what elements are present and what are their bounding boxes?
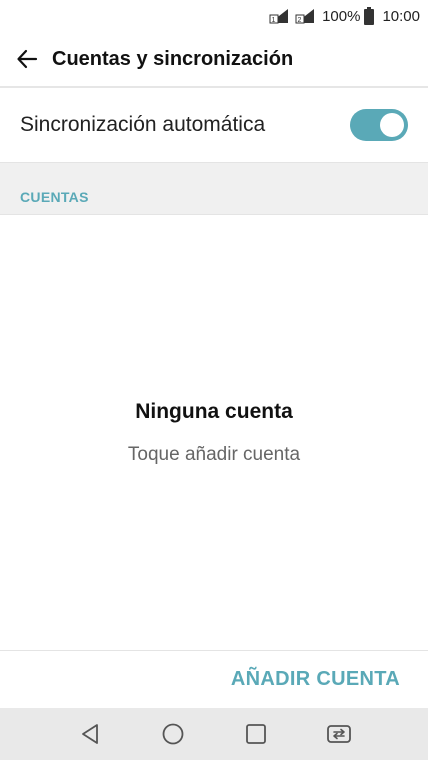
status-bar: 1 2 100% 10:00 bbox=[0, 0, 428, 32]
add-account-button[interactable]: AÑADIR CUENTA bbox=[231, 668, 400, 691]
accounts-section-header: CUENTAS bbox=[0, 162, 428, 215]
dual-window-icon[interactable] bbox=[319, 714, 359, 754]
toggle-knob bbox=[380, 113, 404, 137]
sim2-signal-icon: 2 bbox=[294, 7, 316, 25]
recents-square-icon[interactable] bbox=[236, 714, 276, 754]
auto-sync-row[interactable]: Sincronización automática bbox=[0, 88, 428, 162]
page-title: Cuentas y sincronización bbox=[52, 47, 294, 70]
empty-state: Ninguna cuenta Toque añadir cuenta bbox=[0, 216, 428, 650]
screen: 1 2 100% 10:00 Cuentas y sincronización bbox=[0, 0, 428, 760]
svg-text:2: 2 bbox=[298, 17, 302, 24]
empty-state-title: Ninguna cuenta bbox=[135, 400, 293, 423]
battery-icon bbox=[364, 7, 375, 25]
sim1-signal-icon: 1 bbox=[268, 7, 290, 25]
accounts-section-title: CUENTAS bbox=[20, 189, 89, 205]
back-triangle-icon[interactable] bbox=[70, 714, 110, 754]
navigation-bar bbox=[0, 708, 428, 760]
status-clock: 10:00 bbox=[382, 7, 420, 25]
auto-sync-label: Sincronización automática bbox=[20, 113, 266, 136]
home-circle-icon[interactable] bbox=[153, 714, 193, 754]
empty-state-subtitle: Toque añadir cuenta bbox=[127, 444, 301, 465]
auto-sync-toggle[interactable] bbox=[350, 109, 408, 141]
svg-text:1: 1 bbox=[272, 17, 276, 24]
battery-percent: 100% bbox=[322, 7, 361, 25]
footer: AÑADIR CUENTA bbox=[0, 651, 428, 708]
app-bar: Cuentas y sincronización bbox=[0, 32, 428, 86]
arrow-left-icon[interactable] bbox=[14, 46, 40, 72]
